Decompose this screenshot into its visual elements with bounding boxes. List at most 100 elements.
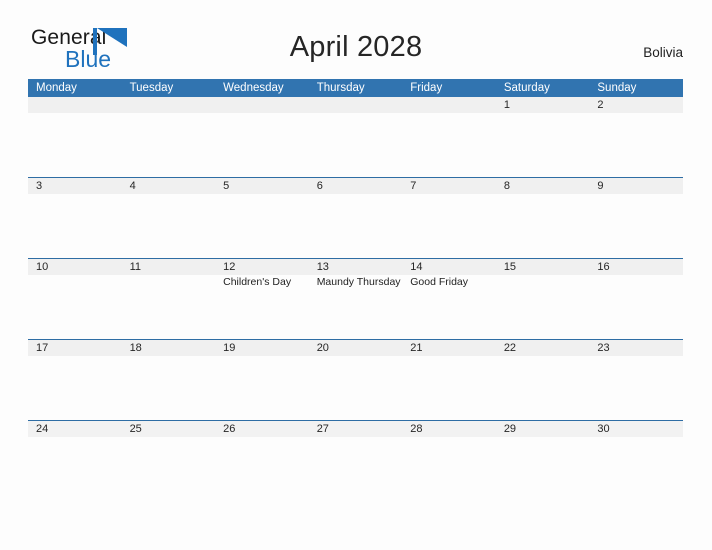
day-cell[interactable]: 20 <box>309 340 403 356</box>
day-event-cell[interactable] <box>589 275 683 340</box>
day-number: 7 <box>410 180 417 192</box>
day-event-cell[interactable] <box>589 356 683 421</box>
day-cell[interactable]: 24 <box>28 421 122 437</box>
day-cell[interactable]: 8 <box>496 178 590 194</box>
day-cell[interactable]: 1 <box>496 97 590 113</box>
day-number: 8 <box>503 180 510 192</box>
day-event-layer <box>28 194 683 259</box>
day-cell[interactable]: 15 <box>496 259 590 275</box>
day-cell-empty <box>28 97 122 113</box>
day-event-cell[interactable] <box>215 356 309 421</box>
day-cell-empty <box>402 97 496 113</box>
day-cell[interactable]: 7 <box>402 178 496 194</box>
day-event-cell[interactable] <box>28 356 122 421</box>
day-event-cell[interactable]: Maundy Thursday <box>309 275 403 340</box>
day-event-cell[interactable] <box>28 275 122 340</box>
day-number: 26 <box>223 423 236 435</box>
calendar-week-row: 12 <box>28 97 683 178</box>
day-number: 2 <box>597 99 604 111</box>
day-cell[interactable]: 27 <box>309 421 403 437</box>
day-cell[interactable]: 12 <box>215 259 309 275</box>
day-number: 24 <box>36 423 49 435</box>
day-number: 19 <box>223 342 236 354</box>
day-cell[interactable]: 19 <box>215 340 309 356</box>
day-cell[interactable]: 25 <box>122 421 216 437</box>
day-number: 27 <box>316 423 329 435</box>
calendar-grid: Monday Tuesday Wednesday Thursday Friday Satu… <box>28 79 683 502</box>
day-event-cell[interactable] <box>589 113 683 178</box>
day-event-cell[interactable]: Good Friday <box>402 275 496 340</box>
day-event-cell[interactable] <box>496 437 590 502</box>
day-event-cell[interactable] <box>309 437 403 502</box>
day-event-cell[interactable] <box>309 194 403 259</box>
weekday-header-friday: Friday <box>410 82 443 94</box>
day-event-cell[interactable] <box>402 356 496 421</box>
day-cell[interactable]: 10 <box>28 259 122 275</box>
day-cell[interactable]: 16 <box>589 259 683 275</box>
weekday-header-saturday: Saturday <box>503 82 550 94</box>
day-cell[interactable]: 28 <box>402 421 496 437</box>
day-event-cell[interactable] <box>309 356 403 421</box>
day-number: 16 <box>597 261 610 273</box>
day-number: 20 <box>316 342 329 354</box>
day-cell[interactable]: 30 <box>589 421 683 437</box>
weekday-header-tuesday: Tuesday <box>129 82 174 94</box>
day-event-cell[interactable]: Children's Day <box>215 275 309 340</box>
day-event-cell[interactable] <box>215 437 309 502</box>
day-event-cell[interactable] <box>28 437 122 502</box>
country-label: Bolivia <box>643 45 683 60</box>
day-number: 3 <box>36 180 43 192</box>
day-event-cell[interactable] <box>589 194 683 259</box>
day-number: 12 <box>223 261 236 273</box>
day-cell[interactable]: 17 <box>28 340 122 356</box>
day-cell[interactable]: 5 <box>215 178 309 194</box>
day-event-cell[interactable] <box>402 194 496 259</box>
day-number: 17 <box>36 342 49 354</box>
day-number-band: 3 4 5 6 7 8 9 <box>28 178 683 194</box>
day-cell[interactable]: 18 <box>122 340 216 356</box>
day-number: 10 <box>36 261 49 273</box>
calendar-week-row: 10 11 12 13 14 15 16 Children's Day Maundy Thurs… <box>28 259 683 340</box>
day-cell[interactable]: 2 <box>589 97 683 113</box>
day-event-cell[interactable] <box>28 194 122 259</box>
day-event-cell[interactable] <box>496 356 590 421</box>
day-cell[interactable]: 13 <box>309 259 403 275</box>
day-event-cell[interactable] <box>122 356 216 421</box>
day-cell[interactable]: 26 <box>215 421 309 437</box>
day-cell[interactable]: 6 <box>309 178 403 194</box>
day-cell[interactable]: 22 <box>496 340 590 356</box>
day-number: 29 <box>503 423 517 435</box>
day-event-cell[interactable] <box>215 194 309 259</box>
day-cell[interactable]: 11 <box>122 259 216 275</box>
day-event-cell[interactable] <box>402 437 496 502</box>
day-event-layer <box>28 437 683 502</box>
day-number: 14 <box>410 261 423 273</box>
day-event-cell <box>215 113 309 178</box>
day-event-cell[interactable] <box>496 194 590 259</box>
day-number: 21 <box>410 342 423 354</box>
day-number: 15 <box>503 261 517 273</box>
day-event-cell[interactable] <box>122 194 216 259</box>
day-cell[interactable]: 14 <box>402 259 496 275</box>
day-event-cell[interactable] <box>122 275 216 340</box>
day-number: 18 <box>129 342 142 354</box>
day-number: 30 <box>597 423 610 435</box>
day-cell[interactable]: 3 <box>28 178 122 194</box>
day-cell[interactable]: 21 <box>402 340 496 356</box>
day-event-cell[interactable] <box>589 437 683 502</box>
day-event-layer <box>28 356 683 421</box>
day-event-cell[interactable] <box>496 113 590 178</box>
page-header-bar: General Blue April 2028 Bolivia <box>0 0 712 79</box>
day-event-cell[interactable] <box>122 437 216 502</box>
day-cell[interactable]: 29 <box>496 421 590 437</box>
day-cell-empty <box>215 97 309 113</box>
day-cell[interactable]: 9 <box>589 178 683 194</box>
day-event-cell[interactable] <box>496 275 590 340</box>
day-event-cell <box>28 113 122 178</box>
day-cell[interactable]: 4 <box>122 178 216 194</box>
day-cell[interactable]: 23 <box>589 340 683 356</box>
calendar-week-container: 1 2 3 4 5 6 7 8 9 10 11 12 13 14 15 16 Children's Day Mau… <box>28 97 683 502</box>
day-event-layer <box>28 113 683 178</box>
day-event-layer: Children's Day Maundy Thursday Good Friday <box>28 275 683 340</box>
day-number: 4 <box>129 180 136 192</box>
